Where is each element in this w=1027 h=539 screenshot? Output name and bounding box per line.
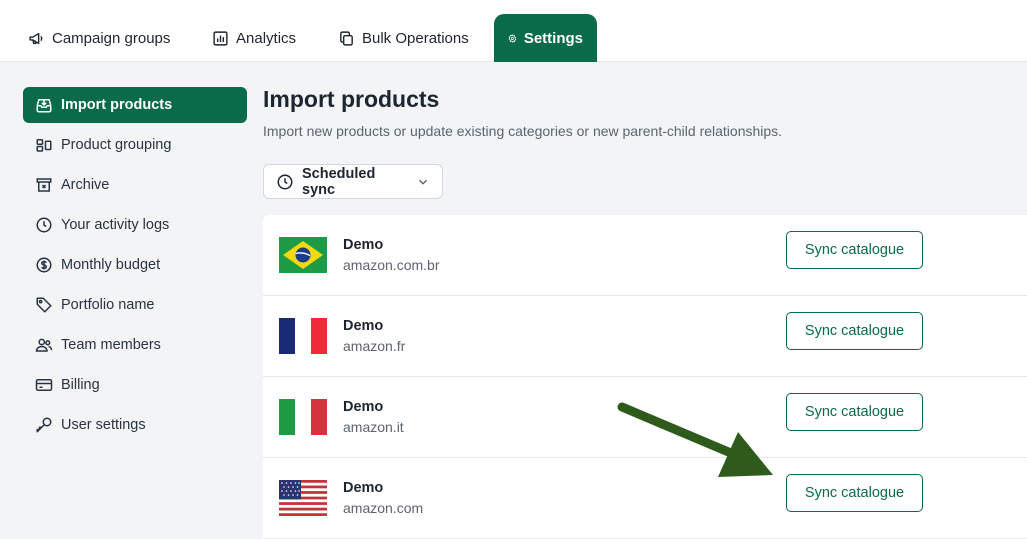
- list-item: Demo amazon.fr Sync catalogue: [263, 296, 1027, 377]
- sidebar-item-label: Monthly budget: [61, 257, 161, 273]
- tab-label: Settings: [523, 29, 583, 47]
- sidebar-item-portfolio-name[interactable]: Portfolio name: [23, 287, 247, 323]
- tab-settings[interactable]: Settings: [494, 14, 597, 62]
- account-name: Demo: [343, 480, 384, 496]
- copy-icon: [340, 30, 353, 46]
- sidebar-item-label: User settings: [61, 417, 146, 433]
- account-info: Demo amazon.com.br: [343, 237, 439, 273]
- list-item: Demo amazon.it Sync catalogue: [263, 377, 1027, 458]
- account-domain: amazon.fr: [343, 338, 406, 354]
- account-domain: amazon.it: [343, 419, 404, 435]
- sync-catalogue-button[interactable]: Sync catalogue: [786, 474, 923, 512]
- settings-sidebar: Import products Product grouping Archive…: [23, 87, 247, 447]
- sidebar-item-product-grouping[interactable]: Product grouping: [23, 127, 247, 163]
- account-name: Demo: [343, 318, 384, 334]
- archive-icon: [36, 178, 52, 192]
- clock-icon: [36, 217, 52, 233]
- sidebar-item-billing[interactable]: Billing: [23, 367, 247, 403]
- sidebar-item-user-settings[interactable]: User settings: [23, 407, 247, 443]
- sidebar-item-import-products[interactable]: Import products: [23, 87, 247, 123]
- bar-chart-icon: [213, 30, 228, 46]
- sidebar-item-label: Archive: [61, 177, 110, 193]
- tab-bulk-operations[interactable]: Bulk Operations: [324, 14, 483, 62]
- sidebar-item-label: Import products: [61, 97, 173, 113]
- brazil-flag-icon: [279, 237, 327, 273]
- account-name: Demo: [343, 399, 384, 415]
- sidebar-item-monthly-budget[interactable]: Monthly budget: [23, 247, 247, 283]
- sidebar-item-label: Billing: [61, 377, 100, 393]
- france-flag-icon: [279, 318, 327, 354]
- sidebar-item-label: Team members: [61, 337, 161, 353]
- sidebar-item-label: Your activity logs: [61, 217, 170, 233]
- tab-label: Campaign groups: [52, 29, 171, 47]
- clock-icon: [277, 174, 293, 189]
- account-info: Demo amazon.com: [343, 480, 423, 516]
- page-description: Import new products or update existing c…: [263, 123, 783, 139]
- sidebar-item-team-members[interactable]: Team members: [23, 327, 247, 363]
- chevron-down-icon: [418, 179, 428, 185]
- sync-catalogue-button[interactable]: Sync catalogue: [786, 393, 923, 431]
- tag-icon: [36, 297, 52, 313]
- account-info: Demo amazon.it: [343, 399, 404, 435]
- grouping-icon: [36, 139, 52, 152]
- account-name: Demo: [343, 237, 384, 253]
- italy-flag-icon: [279, 399, 327, 435]
- account-domain: amazon.com: [343, 500, 424, 516]
- sync-catalogue-button[interactable]: Sync catalogue: [786, 231, 923, 269]
- page-title: Import products: [263, 86, 440, 112]
- tab-label: Bulk Operations: [362, 29, 469, 47]
- credit-card-icon: [35, 379, 53, 391]
- list-item: Demo amazon.com.br Sync catalogue: [263, 215, 1027, 296]
- sidebar-item-label: Portfolio name: [61, 297, 155, 313]
- dropdown-label: Scheduled sync: [302, 165, 376, 198]
- dollar-icon: [36, 257, 52, 273]
- key-icon: [36, 417, 52, 433]
- scheduled-sync-dropdown[interactable]: Scheduled sync: [263, 164, 443, 199]
- usa-flag-icon: [279, 480, 327, 516]
- sidebar-item-label: Product grouping: [61, 137, 172, 153]
- tab-label: Analytics: [236, 29, 297, 47]
- users-icon: [35, 338, 53, 352]
- sync-catalogue-button[interactable]: Sync catalogue: [786, 312, 923, 350]
- megaphone-icon: [29, 32, 43, 44]
- account-info: Demo amazon.fr: [343, 318, 405, 354]
- main-header: Import products Import new products or u…: [263, 86, 782, 139]
- tab-analytics[interactable]: Analytics: [198, 14, 310, 62]
- marketplace-list: Demo amazon.com.br Sync catalogue Demo a…: [263, 215, 1027, 539]
- tab-campaign-groups[interactable]: Campaign groups: [14, 14, 184, 62]
- account-domain: amazon.com.br: [343, 257, 440, 273]
- top-navigation: Campaign groups Analytics Bulk Operation…: [0, 0, 1027, 62]
- inbox-download-icon: [36, 99, 52, 113]
- sidebar-item-activity-logs[interactable]: Your activity logs: [23, 207, 247, 243]
- gear-icon: [508, 33, 517, 43]
- sidebar-item-archive[interactable]: Archive: [23, 167, 247, 203]
- list-item: Demo amazon.com Sync catalogue: [263, 458, 1027, 539]
